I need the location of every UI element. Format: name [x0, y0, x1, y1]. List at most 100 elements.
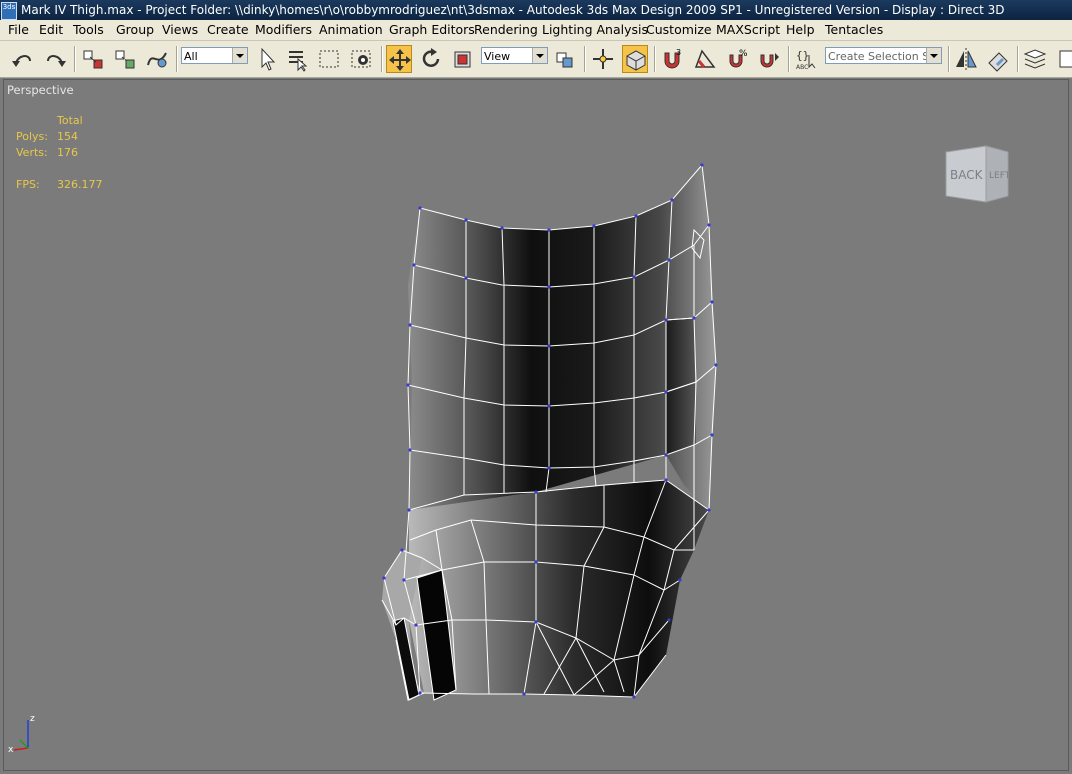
reference-coordinate-dropdown[interactable]: View	[481, 47, 548, 64]
menu-modifiers[interactable]: Modifiers	[255, 20, 312, 40]
rectangle-selection-icon	[319, 50, 339, 68]
axis-tripod-icon: z x	[8, 714, 35, 754]
mirror-icon	[956, 48, 977, 70]
polys-value: 154	[57, 130, 78, 143]
window-titlebar: 3ds Mark IV Thigh.max - Project Folder: …	[0, 0, 1072, 20]
unlink-icon	[115, 50, 135, 69]
select-by-name-icon	[289, 51, 308, 72]
spinner-snap-toggle-button[interactable]	[756, 45, 782, 73]
menu-create[interactable]: Create	[207, 20, 249, 40]
keyboard-shortcut-override-button[interactable]	[622, 45, 648, 73]
space-warp-icon	[147, 52, 167, 68]
reference-coordinate-value: View	[484, 50, 511, 63]
stats-header: Total	[57, 114, 83, 127]
unlink-selection-button[interactable]	[112, 45, 138, 73]
perspective-viewport[interactable]: Perspective Total Polys: 154 Verts: 176 …	[3, 79, 1069, 771]
undo-button[interactable]	[10, 45, 36, 73]
main-toolbar: All View 3 % {} ABC Create Selection Set	[0, 41, 1072, 78]
chevron-down-icon	[926, 48, 941, 63]
align-icon	[988, 52, 1008, 72]
rotate-icon	[422, 48, 440, 67]
rectangular-selection-region-button[interactable]	[316, 45, 342, 73]
toolbar-separator	[74, 46, 76, 72]
named-selection-placeholder: Create Selection Set	[828, 50, 941, 63]
menu-file[interactable]: File	[8, 20, 29, 40]
scale-icon	[454, 51, 471, 68]
menu-bar: File Edit Tools Group Views Create Modif…	[0, 20, 1072, 41]
layers-icon	[1023, 49, 1047, 69]
cursor-arrow-icon	[261, 47, 276, 71]
named-selection-sets-dropdown[interactable]: Create Selection Set	[825, 47, 942, 64]
angle-snap-toggle-button[interactable]	[692, 45, 718, 73]
redo-button[interactable]	[42, 45, 68, 73]
move-icon	[389, 49, 411, 71]
pivot-icon	[556, 52, 573, 68]
fps-value: 326.177	[57, 178, 103, 191]
menu-tools[interactable]: Tools	[73, 20, 104, 40]
align-button[interactable]	[985, 45, 1011, 73]
menu-group[interactable]: Group	[116, 20, 154, 40]
menu-help[interactable]: Help	[786, 20, 815, 40]
select-and-rotate-button[interactable]	[418, 45, 444, 73]
snap-magnet-icon: 3	[664, 48, 681, 69]
edit-named-selection-sets-button[interactable]: {} ABC	[793, 45, 819, 73]
select-and-scale-button[interactable]	[450, 45, 476, 73]
viewcube[interactable]: BACK LEFT	[942, 142, 1012, 206]
percent-snap-icon: %	[729, 49, 748, 68]
shortcut-override-icon	[626, 50, 646, 71]
bind-to-space-warp-button[interactable]	[144, 45, 170, 73]
select-and-link-button[interactable]	[80, 45, 106, 73]
manipulate-icon	[593, 49, 613, 69]
redo-icon	[47, 55, 66, 67]
menu-animation[interactable]: Animation	[319, 20, 383, 40]
verts-label: Verts:	[16, 146, 48, 159]
app-icon[interactable]: 3ds	[1, 2, 17, 20]
link-icon	[83, 50, 103, 69]
fps-label: FPS:	[16, 178, 40, 191]
toolbar-separator	[381, 46, 383, 72]
select-object-button[interactable]	[254, 45, 280, 73]
menu-views[interactable]: Views	[162, 20, 198, 40]
polys-label: Polys:	[16, 130, 48, 143]
select-by-name-button[interactable]	[284, 45, 310, 73]
window-crossing-button[interactable]	[348, 45, 374, 73]
window-crossing-icon	[351, 50, 371, 68]
percent-snap-toggle-button[interactable]: %	[724, 45, 750, 73]
select-and-manipulate-button[interactable]	[590, 45, 616, 73]
axis-x-label: x	[8, 745, 14, 754]
viewport-label[interactable]: Perspective	[7, 83, 74, 97]
svg-text:%: %	[739, 49, 748, 59]
window-title: Mark IV Thigh.max - Project Folder: \\di…	[21, 3, 1005, 17]
verts-value: 176	[57, 146, 78, 159]
curve-editor-icon	[1059, 50, 1072, 68]
curve-editor-button[interactable]	[1054, 45, 1072, 73]
axis-z-label: z	[30, 714, 35, 724]
pivot-center-button[interactable]	[552, 45, 578, 73]
select-and-move-button[interactable]	[386, 45, 412, 73]
chevron-down-icon	[532, 48, 547, 63]
selection-filter-value: All	[184, 50, 198, 63]
named-selection-icon: {} ABC	[796, 49, 816, 71]
menu-lighting-analysis[interactable]: Lighting Analysis	[542, 20, 648, 40]
thigh-mesh-model[interactable]	[4, 80, 1069, 771]
menu-rendering[interactable]: Rendering	[474, 20, 538, 40]
layer-manager-button[interactable]	[1022, 45, 1048, 73]
spinner-snap-icon	[760, 53, 779, 68]
menu-tentacles[interactable]: Tentacles	[825, 20, 883, 40]
viewcube-face-left[interactable]: LEFT	[989, 171, 1011, 181]
viewcube-face-back[interactable]: BACK	[950, 168, 984, 182]
menu-graph-editors[interactable]: Graph Editors	[389, 20, 475, 40]
toolbar-separator	[948, 46, 950, 72]
svg-text:{}: {}	[796, 49, 809, 62]
toolbar-separator	[788, 46, 790, 72]
mirror-button[interactable]	[953, 45, 979, 73]
menu-maxscript[interactable]: MAXScript	[716, 20, 780, 40]
menu-customize[interactable]: Customize	[646, 20, 712, 40]
svg-text:ABC: ABC	[796, 64, 808, 71]
selection-filter-dropdown[interactable]: All	[181, 47, 248, 64]
toolbar-separator	[584, 46, 586, 72]
snaps-toggle-button[interactable]: 3	[659, 45, 685, 73]
chevron-down-icon	[232, 48, 247, 63]
toolbar-separator	[1017, 46, 1019, 72]
menu-edit[interactable]: Edit	[39, 20, 63, 40]
